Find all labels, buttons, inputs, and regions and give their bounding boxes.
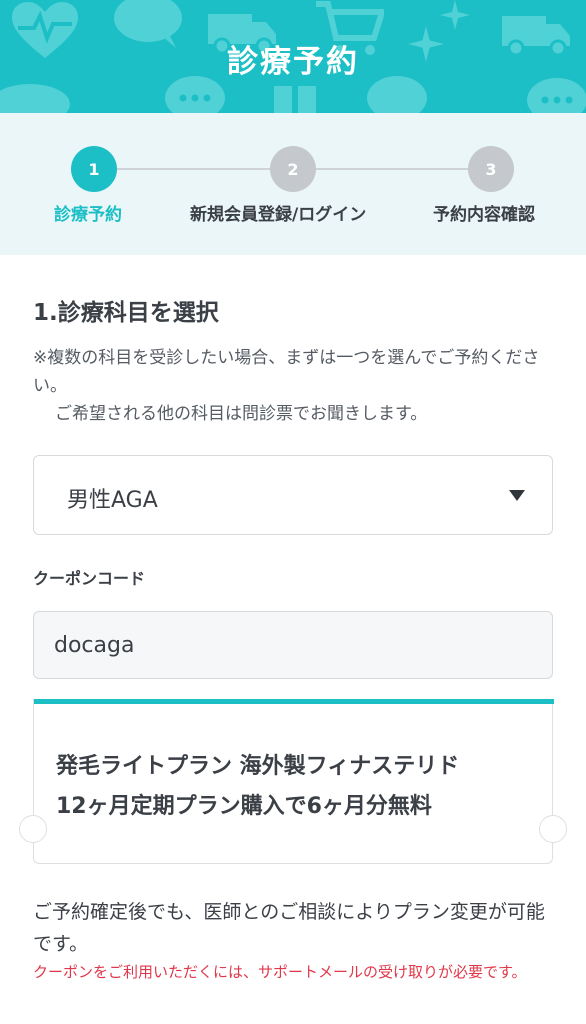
caret-down-icon: [509, 490, 525, 501]
step-1-label: 診療予約: [54, 205, 122, 225]
step-3-circle: 3: [468, 146, 514, 192]
coupon-offer-card: 発毛ライトプラン 海外製フィナステリド 12ヶ月定期プラン購入で6ヶ月分無料: [19, 699, 567, 864]
progress-stepper: 1 2 3 診療予約 新規会員登録/ログイン 予約内容確認: [0, 113, 586, 255]
step-1-number: 1: [88, 159, 100, 179]
subject-select-value: 男性AGA: [67, 488, 158, 513]
step-connector-1: [117, 168, 270, 170]
step-2-number: 2: [287, 159, 299, 179]
selection-note-2: ご希望される他の科目は問診票でお聞きします。: [55, 404, 428, 424]
cloud-icon: [0, 84, 70, 113]
coupon-code-input[interactable]: [33, 611, 553, 679]
coupon-offer-line-2: 12ヶ月定期プラン購入で6ヶ月分無料: [56, 794, 432, 819]
step-1-circle: 1: [71, 146, 117, 192]
plan-change-info: ご予約確定後でも、医師とのご相談によりプラン変更が可能です。: [33, 901, 545, 955]
chat-bubble-icon-far-right: [527, 78, 586, 113]
coupon-offer-line-1: 発毛ライトプラン 海外製フィナステリド: [56, 754, 460, 779]
step-2-circle: 2: [270, 146, 316, 192]
section-title: 1.診療科目を選択: [33, 300, 219, 326]
coupon-code-label: クーポンコード: [33, 569, 146, 588]
step-connector-2: [316, 168, 468, 170]
sparkle-icon: [440, 0, 470, 30]
step-2-label: 新規会員登録/ログイン: [190, 205, 367, 225]
coupon-offer-text: 発毛ライトプラン 海外製フィナステリド 12ヶ月定期プラン購入で6ヶ月分無料: [56, 747, 459, 827]
page-title: 診療予約: [227, 44, 359, 80]
coupon-card-accent-bar: [34, 699, 554, 704]
page-header: 診療予約: [0, 0, 586, 113]
step-3-number: 3: [485, 159, 497, 179]
step-3-label: 予約内容確認: [433, 205, 535, 225]
gift-box-icon: [274, 86, 316, 113]
ticket-notch-right: [539, 815, 567, 843]
coupon-warning: クーポンをご利用いただくには、サポートメールの受け取りが必要です。: [33, 963, 527, 981]
selection-note: ※複数の科目を受診したい場合、まずは一つを選んでご予約ください。: [33, 348, 540, 396]
subject-select[interactable]: 男性AGA: [33, 455, 553, 535]
ticket-notch-left: [19, 815, 47, 843]
